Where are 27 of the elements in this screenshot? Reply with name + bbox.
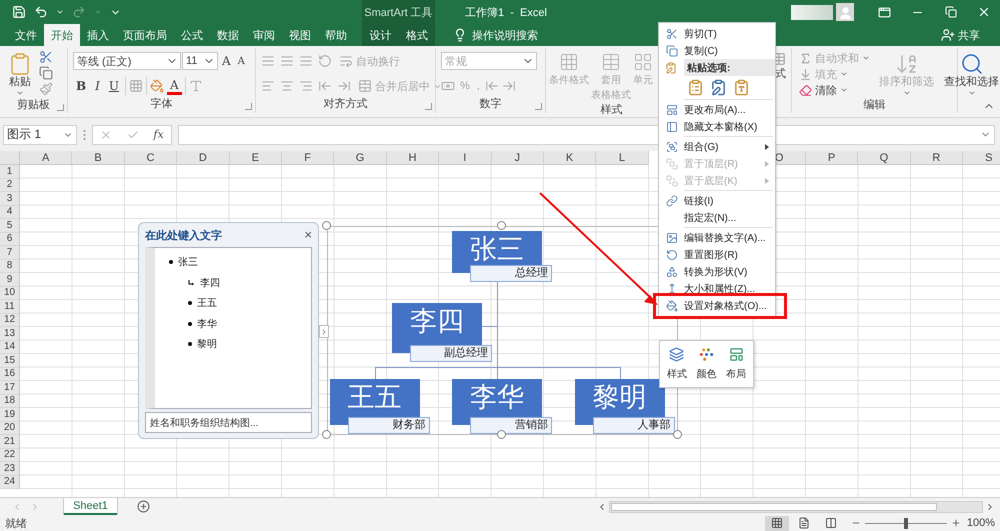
outline-text: 王五 <box>197 297 217 310</box>
paste-options-header: 粘贴选项: <box>684 59 775 76</box>
button-text: 条件格式 <box>549 74 589 87</box>
outline-text: 黎明 <box>197 338 217 352</box>
button-text: 套用 <box>601 74 621 87</box>
org-chart-title: 副总经理 <box>410 345 492 362</box>
org-chart-title: 营销部 <box>470 417 552 434</box>
group-label: 剪贴板 <box>17 99 50 113</box>
window-title: 工作簿1 - Excel <box>465 6 547 20</box>
button-text: 表格格式 <box>591 89 631 102</box>
group-label: 编辑 <box>864 99 886 113</box>
zoom-level: 100% <box>966 517 995 529</box>
outline-text: 李华 <box>197 318 217 331</box>
text-pane-title: 在此处键入文字 <box>145 228 222 242</box>
button-text: 单元 <box>633 74 653 87</box>
group-label: 字体 <box>150 98 172 112</box>
org-chart-title: 总经理 <box>470 265 552 282</box>
context-tools-title: SmartArt 工具 <box>362 0 435 24</box>
org-chart-title: 人事部 <box>592 417 674 434</box>
outline-text: 张三 <box>178 256 198 270</box>
group-label: 样式 <box>600 104 622 118</box>
org-chart-title: 财务部 <box>348 417 430 434</box>
status-text: 就绪 <box>5 516 27 530</box>
layout-description: 姓名和职务组织结构图... <box>145 412 312 433</box>
group-label: 对齐方式 <box>324 98 368 112</box>
outline-text: 李四 <box>200 276 220 290</box>
group-label: 数字 <box>480 98 502 112</box>
